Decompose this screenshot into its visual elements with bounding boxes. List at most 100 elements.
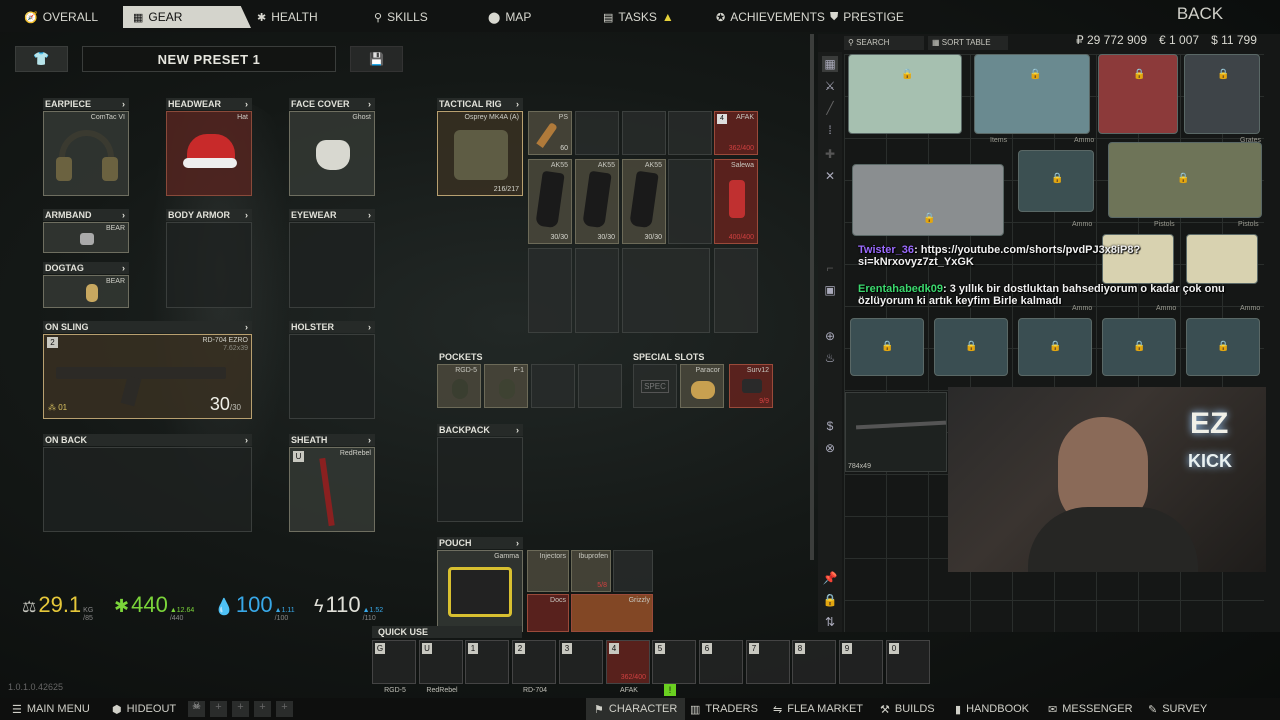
quick-use-slot[interactable]: 6 [699,640,743,684]
pouch-cell-injectors[interactable]: Injectors [527,550,569,592]
headwear-slot[interactable]: Hat [166,111,252,196]
pouch-cell-grizzly[interactable]: Grizzly [571,594,653,632]
quick-use-slot[interactable]: 5 [652,640,696,684]
melee-icon[interactable]: ✕ [822,168,838,184]
earpiece-header[interactable]: EARPIECE › [43,98,129,110]
rig-cell-empty[interactable] [528,248,572,333]
sort-icon[interactable]: ⇅ [822,614,838,630]
stash-case[interactable]: 🔒 [974,54,1090,134]
dogtag-slot[interactable]: BEAR [43,275,129,308]
rig-cell-empty[interactable] [668,159,712,244]
eyewear-slot[interactable] [289,222,375,308]
quick-use-slot[interactable]: U RedRebel [419,640,463,694]
armband-header[interactable]: ARMBAND › [43,209,129,221]
on-back-header[interactable]: ON BACK › [43,434,252,446]
earpiece-slot[interactable]: ComTac VI [43,111,129,196]
rig-cell-empty[interactable] [622,248,710,333]
rig-cell-empty[interactable] [668,111,712,155]
special-slot-surv12[interactable]: Surv12 9/9 [729,364,773,408]
quick-use-slot[interactable]: 9 [839,640,883,684]
medical-icon[interactable]: ⊕ [822,328,838,344]
presets-button[interactable]: 👕 [15,46,68,72]
survey-button[interactable]: ✎ SURVEY [1148,698,1207,720]
face-cover-header[interactable]: FACE COVER › [289,98,375,110]
quest-items-icon[interactable]: ⊗ [822,440,838,456]
lock-filter-icon[interactable]: 🔒 [822,592,838,608]
on-back-slot[interactable] [43,447,252,532]
rig-cell-magazine[interactable]: AK55 30/30 [575,159,619,244]
stash-case[interactable]: 🔒 [852,164,1004,236]
tab-achievements[interactable]: ✪ ACHIEVEMENTS [706,6,835,28]
tab-overall[interactable]: 🧭 OVERALL [14,6,108,28]
ammo-icon[interactable]: ⁞ [822,122,838,138]
stash-weapon-item[interactable]: 784x49 [845,392,947,472]
preset-name[interactable]: NEW PRESET 1 [82,46,336,72]
sheath-header[interactable]: SHEATH › [289,434,375,446]
add-slot-icon[interactable]: + [276,701,293,717]
hideout-button[interactable]: ⬢ HIDEOUT [112,698,176,720]
rig-cell-afak[interactable]: 4 AFAK 362/400 [714,111,758,155]
skull-icon[interactable]: ☠ [188,701,205,717]
armband-slot[interactable]: BEAR [43,222,129,253]
tab-gear[interactable]: ▦ GEAR [123,6,251,28]
backpack-slot[interactable] [437,437,523,522]
tactical-rig-header[interactable]: TACTICAL RIG › [437,98,523,110]
backpack-header[interactable]: BACKPACK › [437,424,523,436]
body-armor-header[interactable]: BODY ARMOR › [166,209,252,221]
rig-cell-magazine[interactable]: AK55 30/30 [528,159,572,244]
traders-button[interactable]: ▥ TRADERS [690,698,758,720]
rig-cell-ammo[interactable]: PS 60 [528,111,572,155]
messenger-button[interactable]: ✉ MESSENGER [1048,698,1133,720]
tab-tasks[interactable]: ▤ TASKS ▲ [593,6,684,28]
quick-use-slot[interactable]: G RGD-5 [372,640,416,694]
rig-cell-magazine[interactable]: AK55 30/30 [622,159,666,244]
pocket-cell-grenade[interactable]: RGD-5 [437,364,481,408]
rig-cell-salewa[interactable]: Salewa 400/400 [714,159,758,244]
money-icon[interactable]: $ [822,418,838,434]
rig-cell-empty[interactable] [714,248,758,333]
stash-case[interactable]: 🔒 [848,54,962,134]
sheath-slot[interactable]: RedRebel U [289,447,375,532]
tab-skills[interactable]: ⚲ SKILLS [364,6,438,28]
add-slot-icon[interactable]: + [210,701,227,717]
keys-icon[interactable]: ⌐ [822,260,838,276]
handbook-button[interactable]: ▮ HANDBOOK [955,698,1029,720]
face-cover-slot[interactable]: Ghost [289,111,375,196]
pocket-cell-empty[interactable] [578,364,622,408]
on-sling-header[interactable]: ON SLING › [43,321,252,333]
provisions-icon[interactable]: ♨ [822,350,838,366]
quick-use-slot[interactable]: 4 362/400 AFAK [606,640,650,694]
weapon-parts-icon[interactable]: ╱ [822,100,838,116]
armor-icon[interactable]: ✚ [822,146,838,162]
search-button[interactable]: ⚲ SEARCH [844,36,924,50]
holster-slot[interactable] [289,334,375,419]
rig-cell-empty[interactable] [575,111,619,155]
pouch-cell-ibuprofen[interactable]: Ibuprofen 5/8 [571,550,611,592]
tab-prestige[interactable]: ⛊ PRESTIGE [820,6,914,28]
all-items-icon[interactable]: ▦ [822,56,838,72]
stash-case[interactable]: 🔒 [1102,318,1176,376]
quick-use-slot[interactable]: 0 [886,640,930,684]
sort-table-button[interactable]: ▦ SORT TABLE [928,36,1008,50]
on-sling-slot[interactable]: RD-704 EZRO 7.62x39 2 ⁂ 01 30 /30 [43,334,252,419]
headwear-header[interactable]: HEADWEAR › [166,98,252,110]
weapons-icon[interactable]: ⚔ [822,78,838,94]
tactical-rig-slot[interactable]: Osprey MK4A (A) 216/217 [437,111,523,196]
special-slot-spec[interactable]: SPEC [633,364,677,408]
stash-case[interactable]: 🔒 [1018,318,1092,376]
add-slot-icon[interactable]: + [232,701,249,717]
pouch-slot[interactable]: Gamma [437,550,523,632]
pocket-cell-grenade[interactable]: F-1 [484,364,528,408]
back-button[interactable]: BACK [1160,4,1240,24]
pouch-cell-docs[interactable]: Docs [527,594,569,632]
stash-case[interactable]: 🔒 [1108,142,1262,218]
pouch-header[interactable]: POUCH › [437,537,523,549]
stash-case[interactable]: 🔒 [934,318,1008,376]
character-button[interactable]: ⚑ CHARACTER [586,698,686,720]
rig-cell-empty[interactable] [622,111,666,155]
quick-use-slot[interactable]: 3 [559,640,603,684]
pouch-cell-empty[interactable] [613,550,653,592]
main-menu-button[interactable]: ☰ MAIN MENU [12,698,90,720]
save-preset-button[interactable]: 💾 [350,46,403,72]
special-slot-paracord[interactable]: Paracor [680,364,724,408]
